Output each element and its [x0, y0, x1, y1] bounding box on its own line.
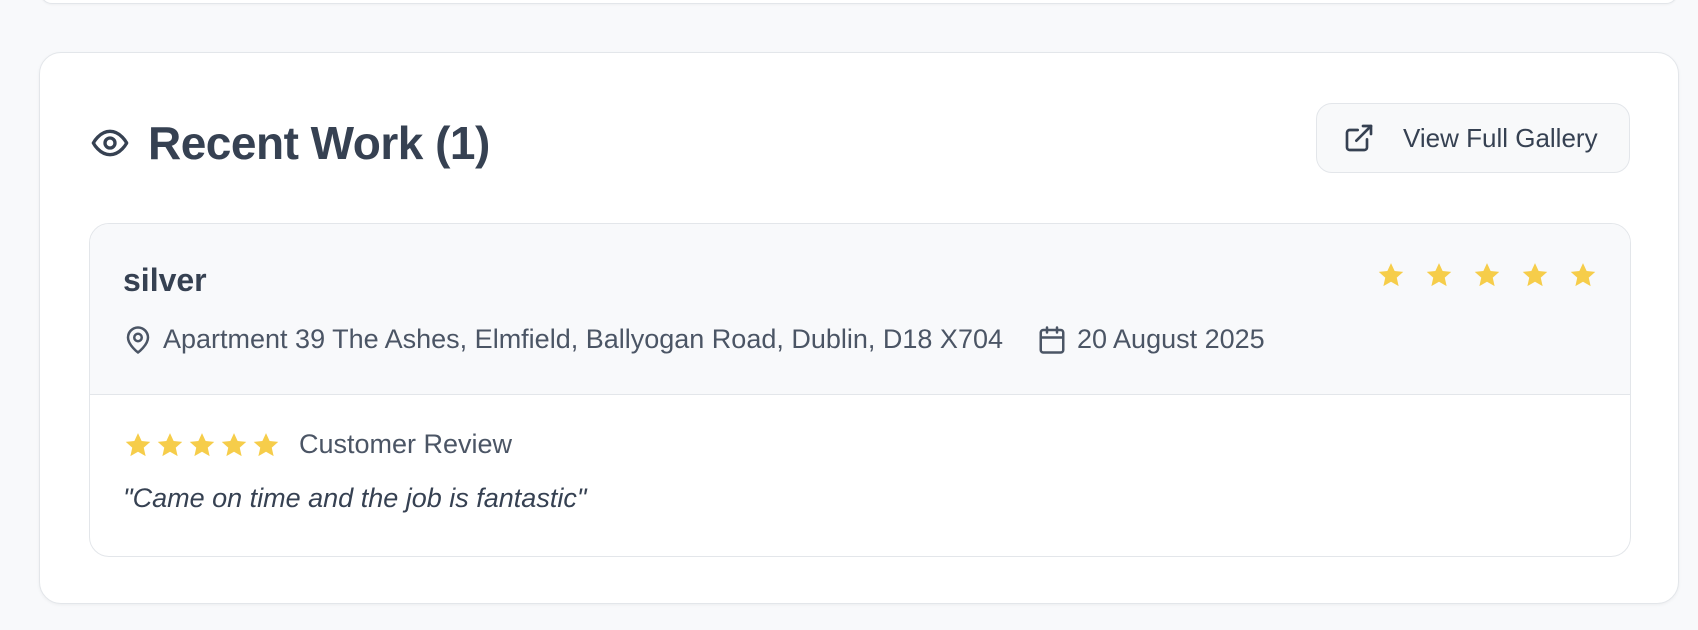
view-full-gallery-button[interactable]: View Full Gallery	[1316, 103, 1630, 173]
review-quote: "Came on time and the job is fantastic"	[123, 483, 587, 513]
map-pin-icon	[126, 325, 150, 354]
date-meta: 20 August 2025	[1037, 324, 1265, 355]
star-icon	[1522, 263, 1548, 287]
external-link-icon	[1345, 124, 1373, 152]
star-icon	[1378, 263, 1404, 287]
eye-icon	[91, 129, 129, 157]
address-meta: Apartment 39 The Ashes, Elmfield, Ballyo…	[123, 324, 1003, 355]
work-item-address: Apartment 39 The Ashes, Elmfield, Ballyo…	[163, 324, 1003, 354]
work-item-meta: Apartment 39 The Ashes, Elmfield, Ballyo…	[123, 324, 1265, 355]
star-icon	[125, 432, 151, 456]
section-header: Recent Work (1)	[90, 113, 490, 173]
previous-card-edge	[40, 0, 1678, 4]
section-title: Recent Work (1)	[148, 117, 490, 169]
star-icon	[1474, 263, 1500, 287]
calendar-icon	[1039, 325, 1065, 354]
review-rating-stars	[123, 430, 281, 460]
review-header: Customer Review	[123, 429, 512, 460]
work-item-review: Customer Review "Came on time and the jo…	[90, 395, 1630, 556]
star-icon	[253, 432, 279, 456]
star-icon	[1570, 263, 1596, 287]
work-rating-stars	[1376, 260, 1598, 290]
recent-work-card: Recent Work (1) View Full Gallery silver	[39, 52, 1679, 604]
work-item-date: 20 August 2025	[1077, 324, 1265, 354]
star-icon	[157, 432, 183, 456]
star-icon	[221, 432, 247, 456]
work-item[interactable]: silver Apartment 39 The Ashes, Elmfield,…	[89, 223, 1631, 557]
view-full-gallery-label: View Full Gallery	[1403, 122, 1598, 153]
review-label: Customer Review	[299, 429, 513, 459]
work-item-header: silver Apartment 39 The Ashes, Elmfield,…	[90, 224, 1630, 395]
star-icon	[1426, 263, 1452, 287]
star-icon	[189, 432, 215, 456]
work-item-title: silver	[123, 262, 207, 298]
